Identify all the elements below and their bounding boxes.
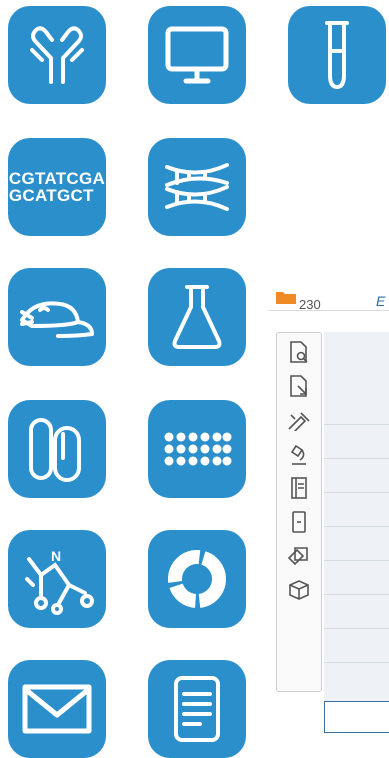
molecule-tile[interactable]: N [8, 530, 106, 628]
microscope-icon[interactable] [277, 439, 321, 469]
capsules-tile[interactable] [8, 400, 106, 498]
monitor-icon [165, 26, 229, 84]
tool-column [276, 332, 322, 692]
sample-panel: 230 E [268, 276, 389, 733]
pipette-icon[interactable] [277, 405, 321, 435]
dna-helix-tile[interactable] [148, 138, 246, 236]
donut-chart-tile[interactable] [148, 530, 246, 628]
panel-tab-label[interactable]: E [376, 293, 385, 309]
sample-grid[interactable] [324, 332, 389, 708]
antibody-tile[interactable] [8, 6, 106, 104]
package-icon[interactable] [277, 575, 321, 605]
mouse-tile[interactable] [8, 268, 106, 366]
tag-box-icon[interactable] [277, 541, 321, 571]
molecule-icon: N [25, 548, 94, 615]
edit-document-icon[interactable] [277, 371, 321, 401]
dna-sequence-tile[interactable]: CGTATCGA GCATGCT [8, 138, 106, 236]
antibody-icon [30, 26, 84, 84]
folder-count: 230 [299, 297, 321, 312]
grid-row-divider [324, 424, 389, 425]
test-tube-icon [325, 21, 349, 90]
test-tube-tile[interactable] [288, 6, 386, 104]
envelope-icon [22, 684, 92, 734]
grid-row-divider [324, 594, 389, 595]
notebook-icon[interactable] [277, 473, 321, 503]
document-tile[interactable] [148, 660, 246, 758]
donut-chart-icon [168, 550, 226, 608]
grid-row-divider [324, 560, 389, 561]
well-plate-tile[interactable] [148, 400, 246, 498]
capsules-icon [29, 418, 81, 482]
folder-icon[interactable] [276, 290, 296, 304]
device-icon[interactable] [277, 507, 321, 537]
grid-row-divider [324, 662, 389, 663]
envelope-tile[interactable] [8, 660, 106, 758]
search-document-icon[interactable] [277, 337, 321, 367]
monitor-tile[interactable] [148, 6, 246, 104]
grid-row-divider [324, 458, 389, 459]
grid-row-divider [324, 628, 389, 629]
grid-row-divider [324, 526, 389, 527]
panel-header: 230 E [268, 276, 389, 312]
flask-icon [172, 285, 222, 349]
bottom-input[interactable] [324, 701, 389, 733]
svg-text:N: N [51, 548, 61, 564]
dna-sequence-icon: CGTATCGA GCATGCT [8, 169, 106, 205]
document-icon [174, 676, 220, 742]
grid-row-divider [324, 492, 389, 493]
flask-tile[interactable] [148, 268, 246, 366]
mouse-icon [20, 301, 94, 338]
dna-helix-icon [165, 163, 229, 211]
well-plate-icon [164, 432, 232, 466]
